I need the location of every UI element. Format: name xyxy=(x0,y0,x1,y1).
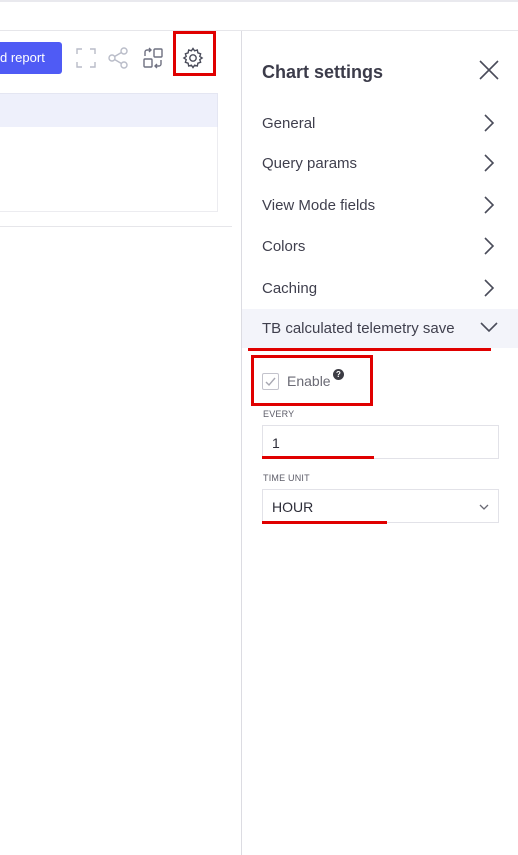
widget-body xyxy=(0,127,218,212)
every-input[interactable]: 1 xyxy=(262,425,499,459)
section-underline-highlight xyxy=(248,348,491,351)
time-unit-select[interactable]: HOUR xyxy=(262,489,499,523)
fullscreen-icon[interactable] xyxy=(74,46,98,70)
chevron-down-icon xyxy=(480,322,498,333)
section-tb-calculated-telemetry-save[interactable]: TB calculated telemetry save xyxy=(242,309,518,348)
every-underline-highlight xyxy=(262,456,374,459)
chart-settings-panel: Chart settings General Query params View… xyxy=(242,31,518,855)
time-unit-value: HOUR xyxy=(272,499,314,515)
panel-title: Chart settings xyxy=(262,62,384,82)
section-label: TB calculated telemetry save xyxy=(262,320,455,337)
enable-checkbox[interactable] xyxy=(262,373,279,390)
swap-icon[interactable] xyxy=(141,46,165,70)
share-icon[interactable] xyxy=(106,46,130,70)
close-icon[interactable] xyxy=(478,59,500,81)
section-label: View Mode fields xyxy=(262,197,376,214)
section-view-mode-fields[interactable]: View Mode fields xyxy=(242,186,518,224)
gear-highlight-box xyxy=(173,31,216,76)
section-colors[interactable]: Colors xyxy=(242,227,518,265)
every-label: EVERY xyxy=(263,409,295,419)
chevron-right-icon xyxy=(484,154,495,172)
chevron-right-icon xyxy=(484,196,495,214)
divider xyxy=(0,226,232,227)
section-caching[interactable]: Caching xyxy=(242,269,518,307)
checkmark-icon xyxy=(265,377,276,387)
section-label: Colors xyxy=(262,238,306,255)
enable-label: Enable xyxy=(287,373,331,389)
section-label: Caching xyxy=(262,280,318,297)
section-label: Query params xyxy=(262,155,358,172)
widget-header xyxy=(0,93,218,128)
chevron-down-icon xyxy=(479,504,489,510)
section-general[interactable]: General xyxy=(242,104,518,142)
top-border xyxy=(0,0,518,2)
report-button[interactable]: d report xyxy=(0,42,62,74)
chevron-right-icon xyxy=(484,237,495,255)
chevron-right-icon xyxy=(484,279,495,297)
chevron-right-icon xyxy=(484,114,495,132)
time-unit-underline-highlight xyxy=(262,521,387,524)
time-unit-label: TIME UNIT xyxy=(263,473,310,483)
help-icon[interactable]: ? xyxy=(333,369,344,380)
section-query-params[interactable]: Query params xyxy=(242,144,518,182)
every-value: 1 xyxy=(272,435,280,451)
section-label: General xyxy=(262,115,316,132)
